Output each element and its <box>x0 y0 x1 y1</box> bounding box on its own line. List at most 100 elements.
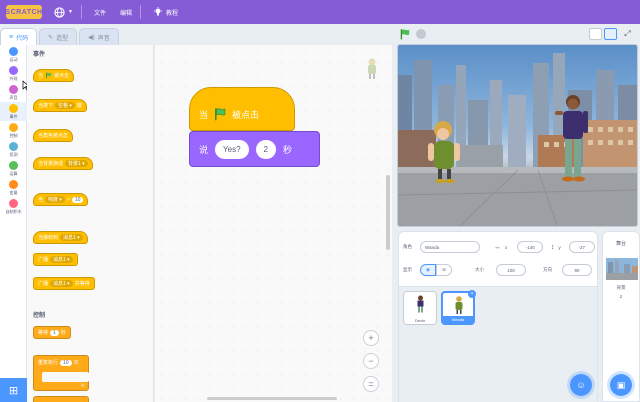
when-backdrop-switches-block[interactable]: 当背景换成 背景1 ▾ <box>33 157 93 170</box>
normal-stage-button[interactable] <box>604 28 617 40</box>
when-flag-clicked-block[interactable]: 当 被点击 <box>33 69 75 82</box>
repeat-count-input[interactable]: 10 <box>60 359 72 366</box>
cat-icon: ☺ <box>576 380 586 390</box>
repeat-block[interactable]: 重复执行 10 次 ↻ <box>33 355 89 391</box>
block-text: 被点击 <box>54 73 70 79</box>
looks-dot-icon <box>9 66 18 75</box>
tab-code[interactable]: ≡ 代码 <box>0 28 38 46</box>
seconds-input[interactable]: 1 <box>50 329 59 336</box>
category-control[interactable]: 控制 <box>0 121 27 140</box>
menu-divider <box>139 5 141 19</box>
category-variables[interactable]: 变量 <box>0 178 27 197</box>
key-dropdown[interactable]: 空格 ▾ <box>55 102 75 109</box>
stop-button[interactable] <box>416 29 426 39</box>
block-text: > <box>66 196 70 203</box>
sprite-card-devin[interactable]: Devin <box>403 291 437 325</box>
green-flag-button[interactable] <box>399 28 411 40</box>
category-label: 事件 <box>9 114 18 119</box>
green-flag-icon <box>45 72 51 79</box>
say-text-input[interactable]: Yes? <box>215 139 249 159</box>
zoom-out-button[interactable]: − <box>363 353 379 369</box>
zoom-in-button[interactable]: + <box>363 330 379 346</box>
when-i-receive-block[interactable]: 当接收到 消息1 ▾ <box>33 231 88 244</box>
size-input[interactable]: 100 <box>496 264 526 276</box>
direction-input[interactable]: 90 <box>562 264 592 276</box>
when-flag-clicked-script-block[interactable]: 当 被点击 <box>189 87 295 131</box>
script-area[interactable]: 当 被点击 说 Yes? 2 秒 + − = <box>155 45 392 402</box>
size-label: 大小 <box>475 267 484 272</box>
small-stage-button[interactable] <box>589 28 602 40</box>
say-seconds-input[interactable]: 2 <box>255 139 276 159</box>
when-sprite-clicked-block[interactable]: 当角色被点击 <box>33 129 74 142</box>
sensing-dot-icon <box>9 142 18 151</box>
category-events[interactable]: 事件 <box>0 102 27 121</box>
block-text: 次 <box>73 360 79 366</box>
editor-tabs: ≡ 代码 ✎ 造型 ◀) 声音 <box>0 28 121 46</box>
tutorials-label: 教程 <box>165 10 178 17</box>
sensor-dropdown[interactable]: 响度 ▾ <box>45 196 65 203</box>
message-dropdown[interactable]: 消息1 ▾ <box>50 280 73 287</box>
extension-icon: ⊞ <box>8 384 19 397</box>
category-sensing[interactable]: 侦测 <box>0 140 27 159</box>
category-label: 自制积木 <box>5 209 22 214</box>
category-motion[interactable]: 运动 <box>0 45 27 64</box>
choose-sprite-button[interactable]: ☺ <box>570 374 592 396</box>
eye-icon: ◉ <box>426 267 430 272</box>
message-dropdown[interactable]: 消息1 ▾ <box>60 234 83 241</box>
when-greater-than-block[interactable]: 当 响度 ▾ > 10 <box>33 193 89 206</box>
block-text: 秒 <box>60 330 66 336</box>
x-input[interactable]: -140 <box>517 241 544 253</box>
show-hidden-button[interactable]: ⊘ <box>436 264 452 276</box>
category-menu: 运动 外观 声音 事件 控制 侦测 运算 变量 自制积木 ⊞ <box>0 45 30 402</box>
block-text: 键 <box>76 103 82 109</box>
threshold-input[interactable]: 10 <box>71 196 84 203</box>
language-menu[interactable]: ▼ <box>54 6 73 18</box>
choose-backdrop-button[interactable]: ▣ <box>610 374 632 396</box>
green-flag-icon <box>215 108 226 121</box>
category-operators[interactable]: 运算 <box>0 159 27 178</box>
tab-costumes[interactable]: ✎ 造型 <box>39 28 78 46</box>
sprite-card-wanda[interactable]: Wanda × <box>441 290 476 325</box>
edit-menu[interactable]: 编辑 <box>120 8 132 17</box>
message-dropdown[interactable]: 消息1 ▾ <box>50 256 73 263</box>
tab-sounds[interactable]: ◀) 声音 <box>79 28 119 46</box>
block-text: 说 <box>199 144 209 155</box>
broadcast-and-wait-block[interactable]: 广播 消息1 ▾ 并等待 <box>33 277 95 290</box>
category-label: 控制 <box>9 133 18 138</box>
wait-seconds-block[interactable]: 等待 1 秒 <box>33 326 71 339</box>
show-visible-button[interactable]: ◉ <box>420 264 436 276</box>
y-label: y <box>558 244 561 250</box>
backdrop-dropdown[interactable]: 背景1 ▾ <box>65 160 88 167</box>
eye-slash-icon: ⊘ <box>442 267 446 272</box>
delete-sprite-button[interactable]: × <box>468 290 476 298</box>
y-input[interactable]: -27 <box>568 241 595 253</box>
tab-sounds-label: 声音 <box>97 36 110 42</box>
when-key-pressed-block[interactable]: 当按下 空格 ▾ 键 <box>33 99 87 112</box>
block-text: 广播 <box>38 257 49 263</box>
sprite-name-input[interactable]: Wanda <box>420 241 480 253</box>
sprite-info-pane: 角色 Wanda ↔ x -140 ↕ y -27 显示 ◉ ⊘ 大小 100 … <box>398 231 598 402</box>
operators-dot-icon <box>9 161 18 170</box>
brush-icon: ✎ <box>48 35 54 41</box>
add-extension-button[interactable]: ⊞ <box>0 378 27 402</box>
zoom-reset-button[interactable]: = <box>363 376 379 392</box>
script-vertical-scrollbar[interactable] <box>386 175 390 250</box>
say-for-seconds-block[interactable]: 说 Yes? 2 秒 <box>189 131 320 167</box>
scratch-logo[interactable]: SCRATCH <box>5 5 42 19</box>
file-menu[interactable]: 文件 <box>94 8 106 17</box>
category-my-blocks[interactable]: 自制积木 <box>0 197 27 216</box>
fullscreen-button[interactable]: ⤢ <box>621 28 634 40</box>
menu-bar: SCRATCH ▼ 文件 编辑 教程 <box>0 0 640 24</box>
stage-canvas[interactable] <box>397 44 638 227</box>
forever-block[interactable] <box>33 396 89 402</box>
stage-selector-pane[interactable]: 舞台 背景 2 ▣ <box>602 231 640 402</box>
script-horizontal-scrollbar[interactable] <box>207 397 337 400</box>
control-section-title: 控制 <box>33 313 46 319</box>
x-label: x <box>505 244 508 250</box>
sprite-card-name: Devin <box>414 318 426 323</box>
current-sprite-thumbnail <box>368 58 376 79</box>
tutorials-menu[interactable]: 教程 <box>153 7 178 17</box>
zoom-controls: + − = <box>363 330 379 392</box>
backdrops-count: 2 <box>619 294 623 299</box>
broadcast-block[interactable]: 广播 消息1 ▾ <box>33 253 78 266</box>
